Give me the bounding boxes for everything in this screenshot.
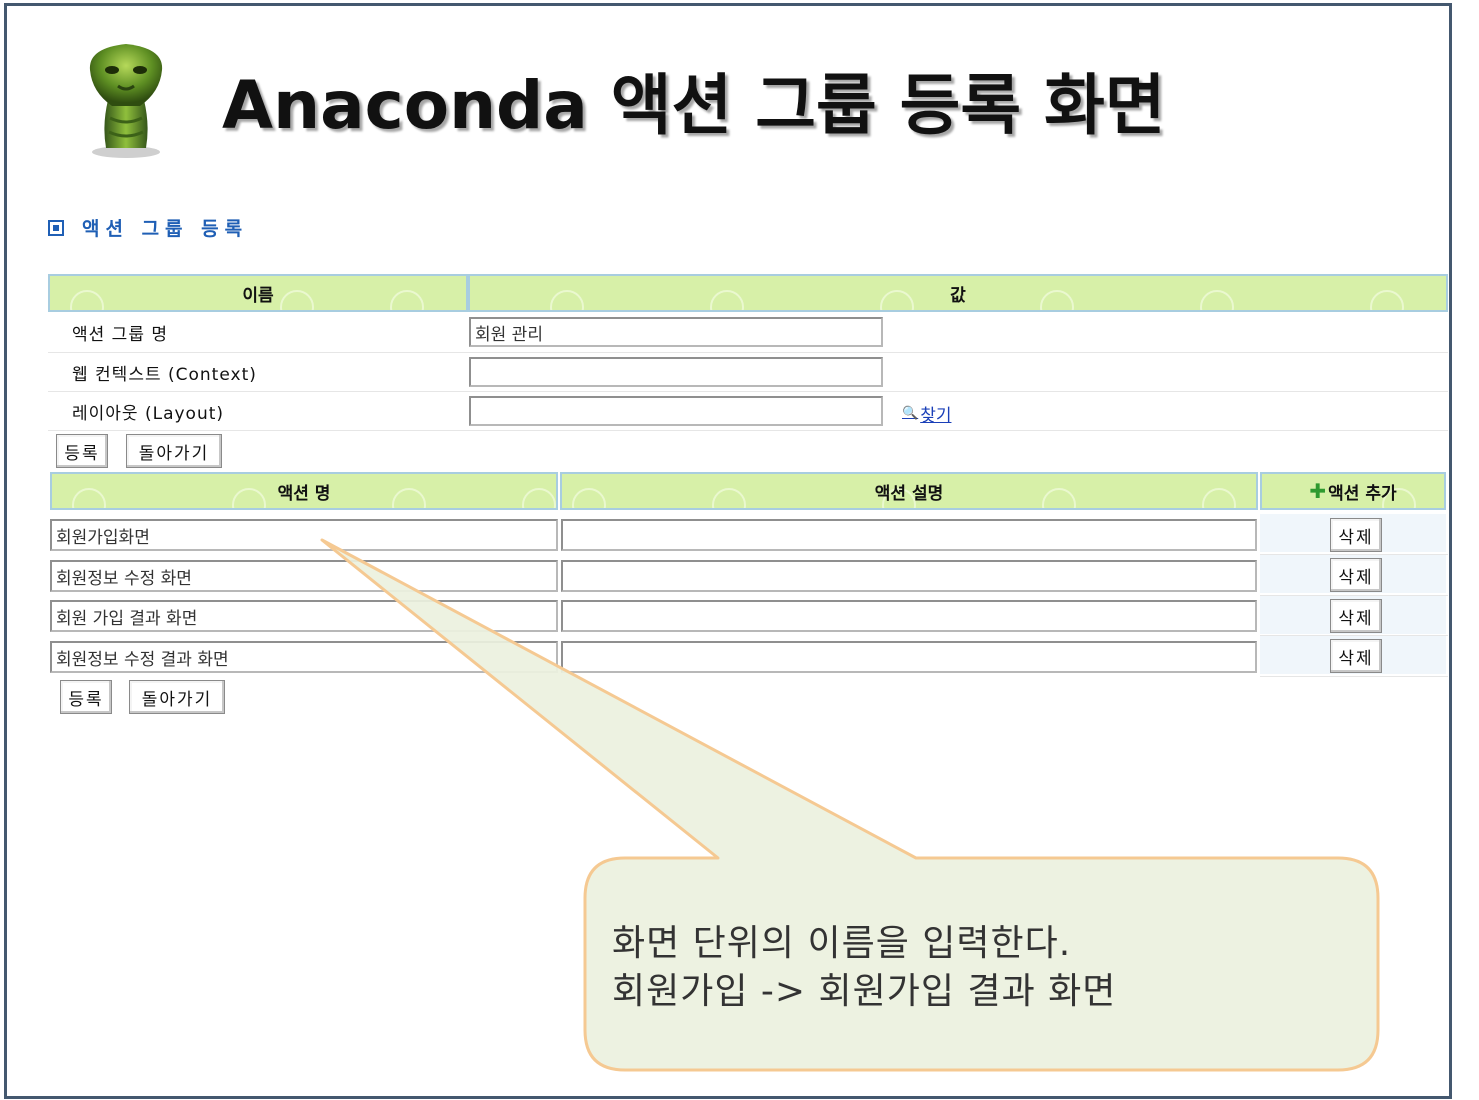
action-group-name-input[interactable] <box>469 317 883 347</box>
delete-button[interactable]: 삭제 <box>1330 558 1382 592</box>
form-header-name: 이름 <box>48 274 468 312</box>
action-name-input[interactable] <box>50 600 558 632</box>
magnifier-icon: 🔍 <box>902 406 919 421</box>
layout-input[interactable] <box>469 396 883 426</box>
page-title: Anaconda 액션 그룹 등록 화면 <box>222 67 1166 144</box>
section-title: 액션 그룹 등록 <box>82 218 249 240</box>
back-button-bottom[interactable]: 돌아가기 <box>129 680 225 714</box>
action-description-input[interactable] <box>561 560 1257 592</box>
section-bullet-icon <box>48 219 64 236</box>
find-link[interactable]: 🔍 찾기 <box>902 401 951 426</box>
label-action-group-name: 액션 그룹 명 <box>72 325 169 345</box>
action-name-input[interactable] <box>50 641 558 673</box>
action-name-input[interactable] <box>50 519 558 551</box>
web-context-input[interactable] <box>469 357 883 387</box>
label-web-context: 웹 컨텍스트 (Context) <box>72 365 257 385</box>
row-divider <box>48 430 1448 431</box>
callout-line-1: 화면 단위의 이름을 입력한다. <box>612 923 1072 964</box>
delete-button[interactable]: 삭제 <box>1330 518 1382 552</box>
find-link-label: 찾기 <box>920 406 952 426</box>
callout-text: 화면 단위의 이름을 입력한다. 회원가입 -> 회원가입 결과 화면 <box>612 920 1116 1016</box>
action-description-input[interactable] <box>561 641 1257 673</box>
callout-line-2: 회원가입 -> 회원가입 결과 화면 <box>612 971 1117 1012</box>
label-layout: 레이아웃 (Layout) <box>72 404 225 424</box>
register-button-bottom[interactable]: 등록 <box>60 680 112 714</box>
add-action-header[interactable]: ✚ 액션 추가 <box>1260 472 1446 510</box>
row-divider <box>48 391 1448 392</box>
action-name-input[interactable] <box>50 560 558 592</box>
actions-header-name: 액션 명 <box>50 472 558 510</box>
form-header-value: 값 <box>468 274 1448 312</box>
plus-icon: ✚ <box>1309 479 1327 503</box>
section-heading: 액션 그룹 등록 <box>48 214 248 241</box>
action-description-input[interactable] <box>561 519 1257 551</box>
register-button-top[interactable]: 등록 <box>56 434 108 468</box>
add-action-label: 액션 추가 <box>1328 483 1397 504</box>
delete-button[interactable]: 삭제 <box>1330 639 1382 673</box>
action-description-input[interactable] <box>561 600 1257 632</box>
row-divider <box>48 352 1448 353</box>
actions-header-description: 액션 설명 <box>560 472 1258 510</box>
back-button-top[interactable]: 돌아가기 <box>126 434 222 468</box>
delete-button[interactable]: 삭제 <box>1330 599 1382 633</box>
row-divider <box>1260 676 1448 677</box>
cobra-snake-icon <box>89 44 163 158</box>
